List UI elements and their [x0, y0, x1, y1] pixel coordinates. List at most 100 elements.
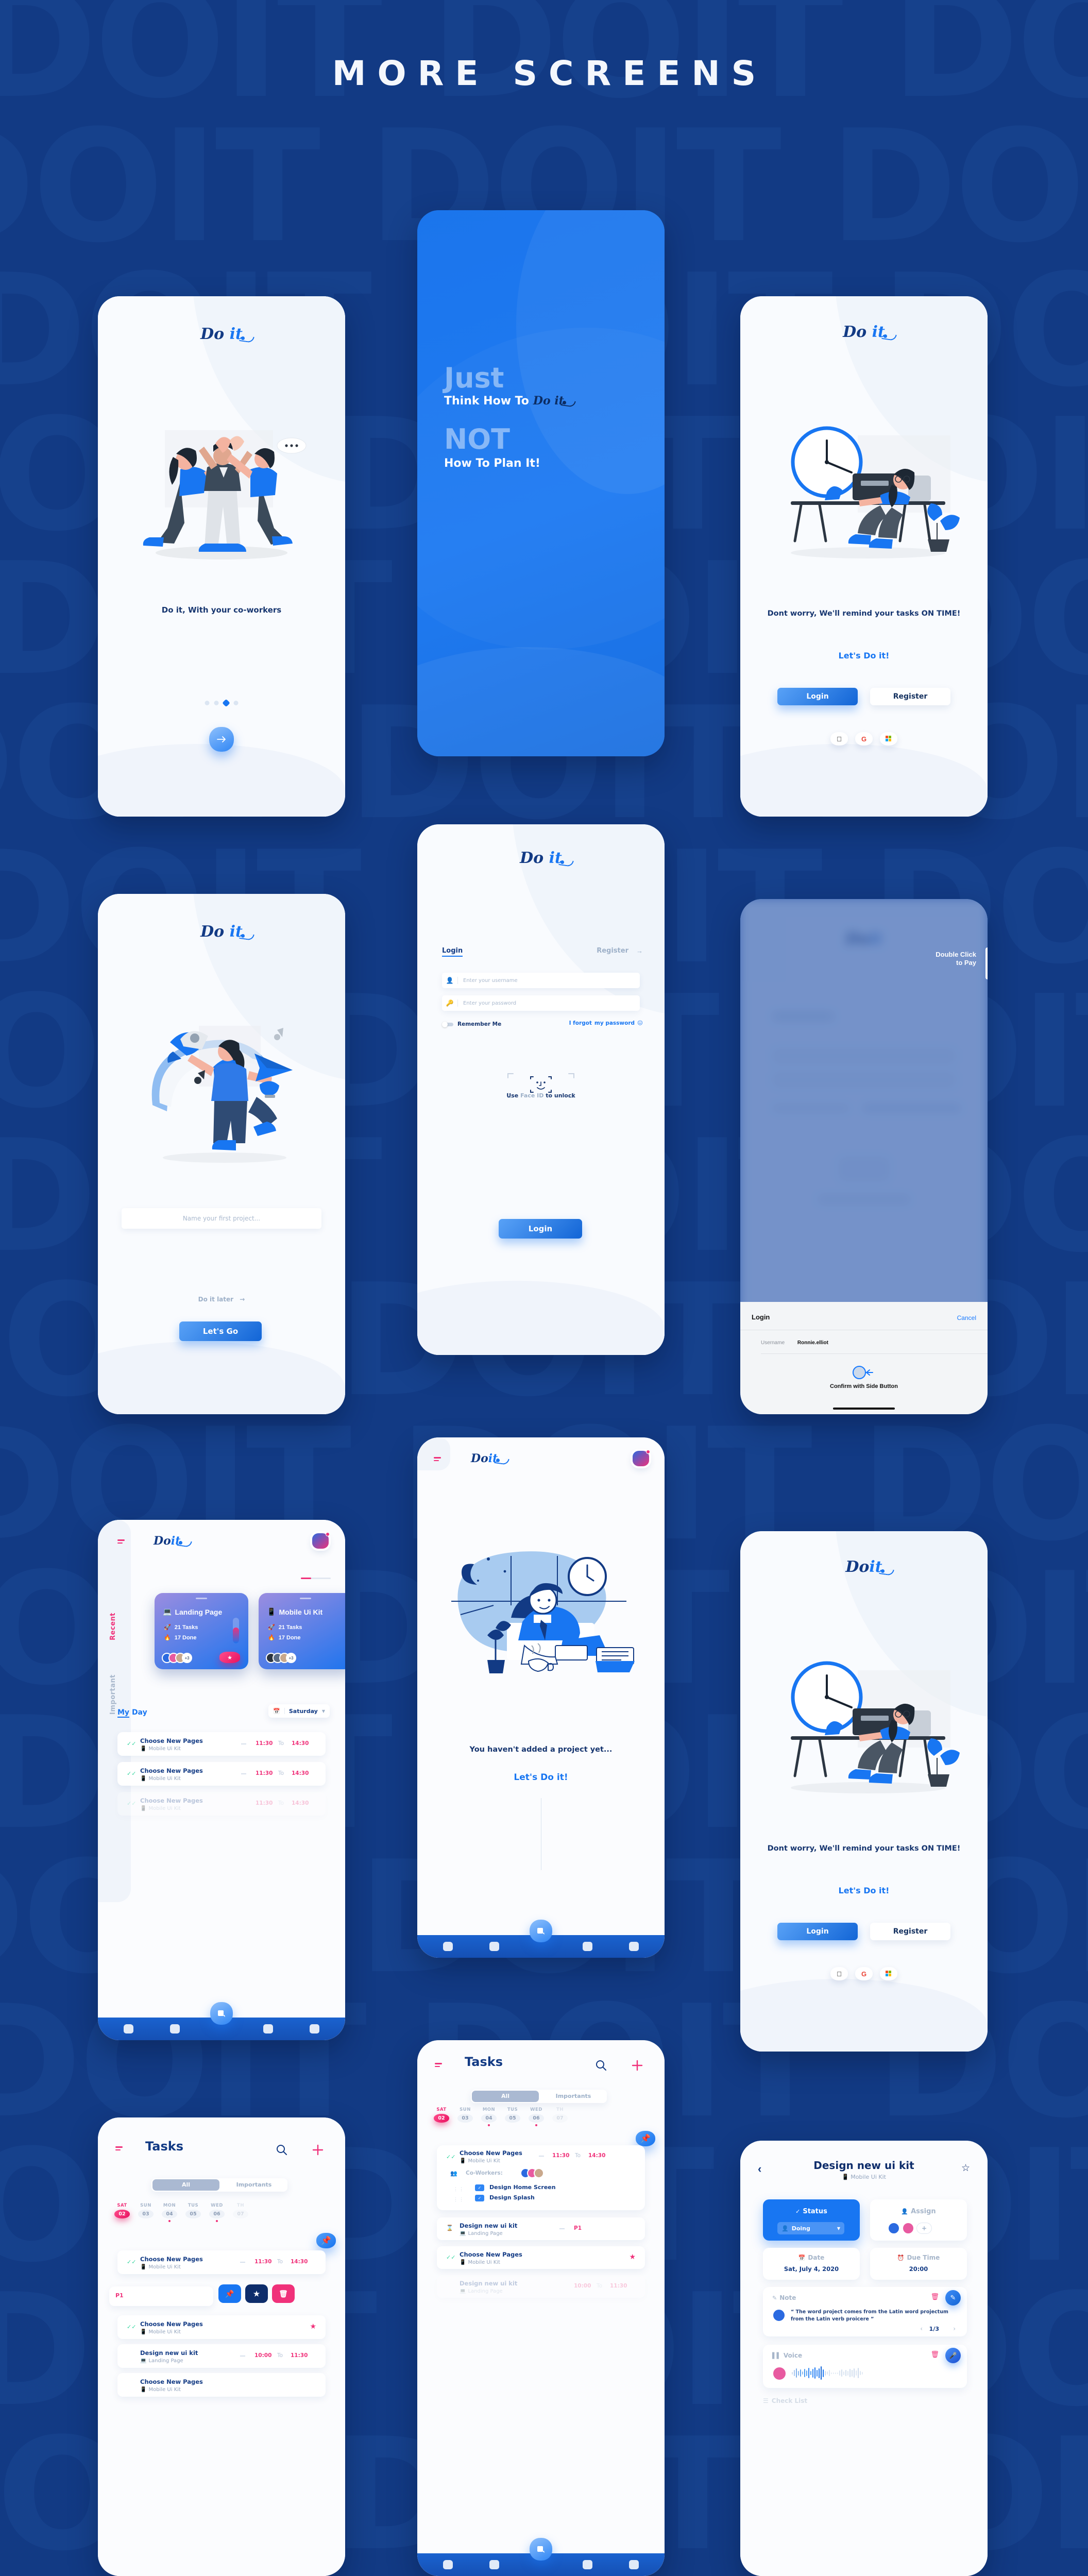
member-avatars[interactable]: +3 [162, 1653, 192, 1663]
day-cell[interactable]: WED 06 [524, 2107, 548, 2126]
google-icon[interactable]: G [855, 732, 873, 745]
date-card[interactable]: 📅 Date Sat, July 4, 2020 [763, 2248, 860, 2280]
project-name-input[interactable]: Name your first project... [122, 1208, 321, 1229]
vtab-important[interactable]: Important [109, 1674, 117, 1715]
segment-all[interactable]: All [152, 2179, 219, 2191]
plus-icon[interactable] [312, 2144, 324, 2156]
day-cell[interactable]: MON 04 [477, 2107, 501, 2126]
login-button[interactable]: Login [777, 688, 858, 705]
menu-icon[interactable] [434, 1457, 441, 1463]
screen-welcome-2[interactable]: Doit Dont worry, We'll remind your tasks… [740, 1531, 988, 2052]
pin-icon[interactable]: 📌 [316, 2233, 336, 2248]
day-cell[interactable]: TH 07 [229, 2203, 252, 2218]
screen-empty-state[interactable]: Doit You haven't added a project yet... … [417, 1437, 665, 1958]
screen-task-detail[interactable]: ‹ Design new ui kit 📱 Mobile Ui Kit ☆ ✓ … [740, 2141, 988, 2576]
screen-first-project[interactable]: Do it Name your first project... Do it l… [98, 894, 345, 1414]
compose-fab-icon[interactable] [530, 1920, 552, 1942]
coworker-avatars[interactable] [520, 2168, 544, 2178]
day-cell[interactable]: SAT 02 [110, 2203, 134, 2218]
table-row[interactable]: ✓✓ Choose New Pages 📱 Mobile Ui Kit 11:30… [117, 2250, 326, 2274]
note-card[interactable]: ✎ Note 🗑 ✎ “ The word project comes from… [763, 2287, 967, 2336]
screen-tasks-swipe[interactable]: Tasks All Importants SAT 02 SUN 03 MON 04 T… [98, 2117, 345, 2576]
tasks-check-icon[interactable] [489, 2560, 500, 2569]
table-row[interactable]: Choose New Pages 📱 Mobile Ui Kit [117, 2373, 326, 2397]
record-voice-button[interactable]: 🎤 [945, 2348, 961, 2363]
day-cell[interactable]: TUS 05 [501, 2107, 524, 2123]
username-field[interactable]: 👤 Enter your username [442, 973, 640, 988]
calendar-icon[interactable] [582, 1942, 592, 1951]
lets-do-it-link[interactable]: Let's Do it! [740, 1886, 988, 1895]
notes-icon[interactable] [310, 2024, 320, 2033]
star-icon[interactable]: ★ [629, 2253, 636, 2261]
login-submit-button[interactable]: Login [499, 1219, 582, 1239]
subtask-checkbox[interactable]: ✓ [475, 2184, 484, 2191]
star-outline-icon[interactable]: ☆ [961, 2162, 970, 2174]
screen-login[interactable]: Do it Login Register → 👤 Enter your user… [417, 824, 665, 1355]
face-id-unlock[interactable]: Use Face ID to unlock [495, 1070, 587, 1101]
notes-icon[interactable] [629, 2560, 639, 2569]
star-icon[interactable]: ★ [245, 2284, 268, 2303]
home-icon[interactable] [443, 2560, 453, 2569]
forgot-password-link[interactable]: I forgot my password 😖 [569, 1020, 643, 1026]
day-cell[interactable]: SUN 03 [453, 2107, 477, 2123]
screen-splash[interactable]: Just Think How To Do it NOT How To Plan … [417, 210, 665, 756]
lets-do-it-link[interactable]: Let's Do it! [740, 651, 988, 660]
trash-icon[interactable]: 🗑 [272, 2284, 295, 2303]
calendar-icon[interactable] [582, 2560, 592, 2569]
tasks-check-icon[interactable] [489, 1942, 500, 1951]
register-button[interactable]: Register [870, 688, 950, 705]
cancel-button[interactable]: Cancel [957, 1314, 976, 1321]
plus-icon[interactable] [632, 2060, 643, 2071]
do-it-later-link[interactable]: Do it later → [98, 1296, 345, 1303]
screen-tasks[interactable]: Tasks All Importants SAT 02 SUN 03 MON 04 T… [417, 2040, 665, 2576]
table-row[interactable]: Design new ui kit 💻 Landing Page 10:00 To… [117, 2344, 326, 2368]
calendar-icon[interactable] [263, 2024, 273, 2033]
tab-register[interactable]: Register [597, 947, 628, 955]
swiped-row[interactable]: P1 [109, 2286, 213, 2306]
edit-note-button[interactable]: ✎ [945, 2290, 961, 2306]
member-avatars[interactable]: +3 [266, 1653, 296, 1663]
google-icon[interactable]: G [855, 1967, 873, 1980]
day-cell[interactable]: WED 06 [205, 2203, 229, 2222]
expanded-task-card[interactable]: ✓✓ Choose New Pages 📱 Mobile Ui Kit 11:3… [437, 2145, 645, 2210]
assignee-avatars[interactable]: + [888, 2222, 932, 2234]
day-cell[interactable]: MON 04 [158, 2203, 181, 2222]
login-button[interactable]: Login [777, 1923, 858, 1940]
voice-waveform[interactable] [792, 2366, 863, 2380]
menu-icon[interactable] [117, 1539, 125, 1545]
segment-importants[interactable]: Importants [220, 2178, 287, 2192]
table-row[interactable]: ✓✓ Choose New Pages 📱 Mobile Ui Kit ★ [117, 2315, 326, 2339]
project-card[interactable]: 💻 Landing Page 🚀 21 Tasks 🔥 17 Done +3 ★ [155, 1593, 248, 1669]
trash-icon[interactable]: 🗑 [930, 2293, 939, 2301]
table-row[interactable]: ⌛ Design new ui kit 💻 Landing Page P1 [437, 2217, 645, 2240]
status-card[interactable]: ✓ Status 👤 Doing ▼ [763, 2199, 860, 2241]
microsoft-icon[interactable] [880, 1967, 897, 1980]
home-icon[interactable] [123, 2024, 133, 2033]
search-icon[interactable] [276, 2144, 287, 2156]
screen-onboarding[interactable]: Do it Do it, With your co-workers [98, 296, 345, 817]
segment-all[interactable]: All [472, 2091, 539, 2102]
apple-icon[interactable]:  [830, 1967, 848, 1980]
day-strip[interactable]: SAT 02 SUN 03 MON 04 TUS 05 WED 06 TH 07 [110, 2203, 252, 2222]
project-card[interactable]: 📱 Mobile Ui Kit 🚀 21 Tasks 🔥 17 Done +3 [259, 1593, 345, 1669]
day-strip[interactable]: SAT 02 SUN 03 MON 04 TUS 05 WED 06 TH 07 [430, 2107, 572, 2126]
trash-icon[interactable]: 🗑 [930, 2351, 939, 2359]
star-icon[interactable]: ★ [310, 2323, 316, 2331]
table-row[interactable]: ✓✓ Choose New Pages 📱 Mobile Ui Kit 11:30… [117, 1732, 326, 1756]
register-button[interactable]: Register [870, 1923, 950, 1940]
status-dropdown[interactable]: 👤 Doing ▼ [777, 2222, 844, 2234]
day-cell[interactable]: SUN 03 [134, 2203, 158, 2218]
day-cell[interactable]: TUS 05 [181, 2203, 205, 2218]
remember-me-toggle[interactable]: Remember Me [442, 1021, 501, 1027]
prev-note-button[interactable]: ‹ [920, 2325, 923, 2332]
menu-icon[interactable] [115, 2146, 123, 2152]
social-login-group[interactable]:  G [830, 1967, 897, 1980]
screen-welcome[interactable]: Do it Dont worry, We'll remind your task… [740, 296, 988, 817]
compose-fab-icon[interactable] [210, 2002, 233, 2025]
screen-dashboard[interactable]: Recent Important Doit 💻 Landing Page 🚀 21… [98, 1520, 345, 2040]
table-row[interactable]: ✓✓ Choose New Pages 📱 Mobile Ui Kit 11:30… [117, 1762, 326, 1786]
subtask-checkbox[interactable]: ✓ [475, 2195, 484, 2201]
table-row[interactable]: Design new ui kit 💻 Landing Page 10:00 To… [437, 2275, 645, 2298]
pager-dots[interactable] [205, 699, 239, 707]
next-note-button[interactable]: › [953, 2325, 956, 2332]
